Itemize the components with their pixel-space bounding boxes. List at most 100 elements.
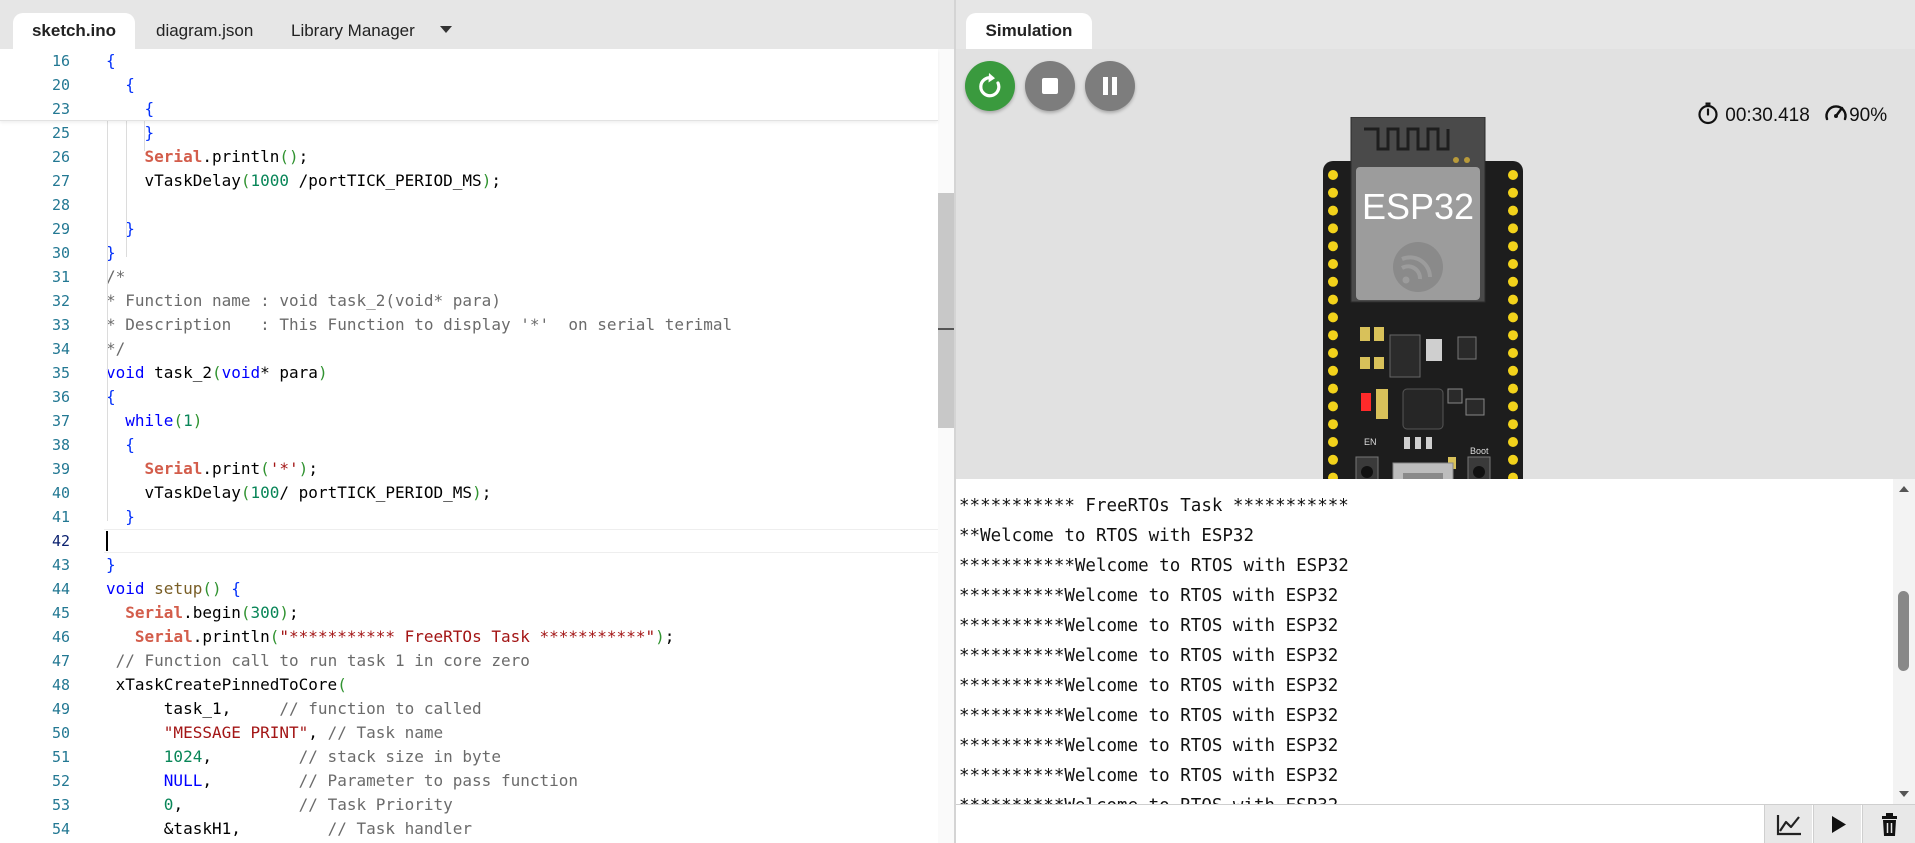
elapsed-time: 00:30.418: [1725, 105, 1810, 126]
code-line[interactable]: 31 /*: [0, 265, 956, 289]
board-pin[interactable]: [1328, 312, 1338, 323]
stop-button[interactable]: [1025, 61, 1075, 111]
tab-library-manager[interactable]: Library Manager: [271, 13, 435, 49]
code-line[interactable]: 29 }: [0, 217, 956, 241]
code-line[interactable]: 40 vTaskDelay(100/ portTICK_PERIOD_MS);: [0, 481, 956, 505]
esp32-board[interactable]: ESP32 EN Boot: [1318, 117, 1538, 517]
board-pin[interactable]: [1328, 330, 1338, 341]
chevron-down-icon[interactable]: [433, 20, 459, 40]
serial-scrollbar-thumb[interactable]: [1898, 591, 1909, 671]
code-line[interactable]: 44 void setup() {: [0, 577, 956, 601]
code-line[interactable]: 47 // Function call to run task 1 in cor…: [0, 649, 956, 673]
code-line[interactable]: 28: [0, 193, 956, 217]
board-pin[interactable]: [1508, 187, 1518, 198]
scroll-down-icon[interactable]: [1893, 788, 1915, 800]
board-pin[interactable]: [1508, 401, 1518, 412]
code-line[interactable]: 39 Serial.print('*');: [0, 457, 956, 481]
plotter-button[interactable]: [1764, 805, 1812, 843]
board-pin[interactable]: [1328, 276, 1338, 287]
board-pin[interactable]: [1508, 223, 1518, 234]
line-number: 44: [51, 580, 70, 598]
code-line[interactable]: 36{: [0, 385, 956, 409]
code-text: {: [144, 99, 155, 118]
board-pin[interactable]: [1328, 454, 1338, 465]
board-pin[interactable]: [1508, 259, 1518, 269]
code-line[interactable]: 54 &taskH1, // Task handler: [0, 817, 956, 841]
code-line[interactable]: 53 0, // Task Priority: [0, 793, 956, 817]
line-number: 51: [51, 748, 70, 766]
tab-simulation[interactable]: Simulation: [966, 13, 1092, 49]
code-line[interactable]: 20 {: [0, 73, 956, 97]
board-pin[interactable]: [1508, 365, 1518, 376]
board-pin[interactable]: [1508, 330, 1518, 341]
line-number: 38: [51, 436, 70, 454]
tab-diagram-json[interactable]: diagram.json: [136, 13, 273, 49]
board-pin[interactable]: [1328, 401, 1338, 412]
play-button[interactable]: [1813, 805, 1861, 843]
code-line[interactable]: 46 Serial.println("*********** FreeRTOs …: [0, 625, 956, 649]
code-line[interactable]: 35 void task_2(void* para): [0, 361, 956, 385]
board-pin[interactable]: [1508, 419, 1518, 430]
code-line[interactable]: 45 Serial.begin(300);: [0, 601, 956, 625]
serial-input[interactable]: [956, 805, 1763, 843]
code-line[interactable]: 34 */: [0, 337, 956, 361]
code-line[interactable]: 23 {: [0, 97, 956, 121]
board-pin[interactable]: [1508, 205, 1518, 216]
line-number: 41: [51, 508, 70, 526]
board-pin[interactable]: [1508, 170, 1518, 180]
code-text: * Function name : void task_2(void* para…: [106, 291, 501, 310]
code-line[interactable]: 37 while(1): [0, 409, 956, 433]
board-pin[interactable]: [1328, 383, 1338, 394]
board-pin[interactable]: [1328, 437, 1338, 447]
code-line[interactable]: 51 1024, // stack size in byte: [0, 745, 956, 769]
serial-line: *********** FreeRTOs Task ***********: [959, 496, 1349, 516]
code-text: /*: [106, 267, 126, 286]
code-text: 0, // Task Priority: [163, 795, 453, 814]
pause-button[interactable]: [1085, 61, 1135, 111]
board-pin[interactable]: [1508, 312, 1518, 323]
scroll-up-icon[interactable]: [1893, 483, 1915, 495]
board-pin[interactable]: [1508, 454, 1518, 465]
code-line[interactable]: 52 NULL, // Parameter to pass function: [0, 769, 956, 793]
board-pin[interactable]: [1328, 187, 1338, 198]
code-line[interactable]: 48 xTaskCreatePinnedToCore(: [0, 673, 956, 697]
board-pin[interactable]: [1328, 205, 1338, 216]
pane-divider[interactable]: [954, 0, 956, 843]
board-pin[interactable]: [1508, 348, 1518, 358]
line-number: 32: [51, 292, 70, 310]
board-pin[interactable]: [1508, 294, 1518, 305]
board-pin[interactable]: [1328, 241, 1338, 252]
board-pin[interactable]: [1508, 241, 1518, 252]
code-line[interactable]: 30}: [0, 241, 956, 265]
board-pin[interactable]: [1328, 348, 1338, 358]
simulation-canvas[interactable]: 00:30.418 90% ESP32 EN Boot: [956, 49, 1915, 511]
code-editor[interactable]: 25 } 26 Serial.println(); 27 vTaskDelay(10…: [0, 49, 956, 843]
code-line[interactable]: 50 "MESSAGE PRINT", // Task name: [0, 721, 956, 745]
code-line[interactable]: 41 }: [0, 505, 956, 529]
board-pin[interactable]: [1328, 259, 1338, 269]
code-line[interactable]: 27 vTaskDelay(1000 /portTICK_PERIOD_MS);: [0, 169, 956, 193]
code-line[interactable]: 43}: [0, 553, 956, 577]
line-number: 28: [51, 196, 70, 214]
board-pin[interactable]: [1328, 294, 1338, 305]
board-pin[interactable]: [1328, 223, 1338, 234]
line-number: 16: [51, 52, 70, 70]
board-pin[interactable]: [1328, 419, 1338, 430]
code-line[interactable]: 33 * Description : This Function to displ…: [0, 313, 956, 337]
restart-button[interactable]: [965, 61, 1015, 111]
code-line[interactable]: 49 task_1, // function to called: [0, 697, 956, 721]
line-number: 54: [51, 820, 70, 838]
code-line[interactable]: 32 * Function name : void task_2(void* pa…: [0, 289, 956, 313]
editor-tab-bar: sketch.ino diagram.json Library Manager: [0, 0, 956, 49]
board-pin[interactable]: [1328, 365, 1338, 376]
board-pin[interactable]: [1508, 383, 1518, 394]
tab-sketch-ino[interactable]: sketch.ino: [13, 13, 135, 49]
serial-line: **********Welcome to RTOS with ESP32: [959, 706, 1339, 726]
code-line[interactable]: 38 {: [0, 433, 956, 457]
board-pin[interactable]: [1328, 170, 1338, 180]
board-pin[interactable]: [1508, 276, 1518, 287]
code-line[interactable]: 42: [0, 529, 956, 553]
code-line[interactable]: 16 {: [0, 49, 956, 73]
clear-button[interactable]: [1862, 805, 1915, 843]
board-pin[interactable]: [1508, 437, 1518, 447]
